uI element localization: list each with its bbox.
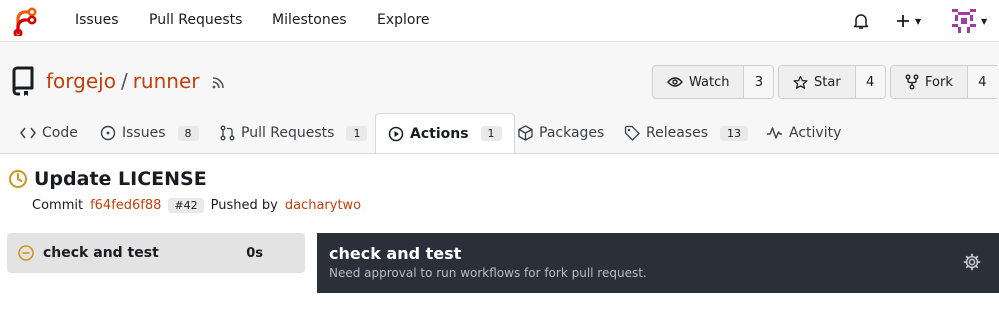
tag-icon bbox=[624, 125, 640, 141]
package-icon bbox=[518, 125, 533, 141]
bell-icon[interactable] bbox=[852, 8, 870, 34]
tab-code[interactable]: Code bbox=[20, 112, 78, 154]
star-label: Star bbox=[814, 74, 841, 90]
tab-actions[interactable]: Actions 1 bbox=[375, 113, 515, 153]
chevron-down-icon: ▼ bbox=[981, 16, 988, 26]
tab-label: Actions bbox=[410, 125, 469, 142]
star-button-group: Star 4 bbox=[778, 65, 886, 99]
plus-icon bbox=[897, 15, 909, 27]
fork-label: Fork bbox=[925, 74, 953, 90]
tab-label: Pull Requests bbox=[241, 125, 335, 141]
gear-icon[interactable] bbox=[963, 253, 981, 275]
create-new-menu[interactable]: ▼ bbox=[896, 8, 921, 34]
star-count[interactable]: 4 bbox=[854, 66, 885, 98]
run-meta: Commit f64fed6f88 #42 Pushed by dacharyt… bbox=[32, 198, 361, 213]
run-title-text: Update LICENSE bbox=[34, 168, 207, 190]
job-detail-panel: check and test Need approval to run work… bbox=[317, 233, 999, 293]
watch-count[interactable]: 3 bbox=[743, 66, 774, 98]
run-title: Update LICENSE bbox=[8, 168, 207, 190]
repo-title: forgejo / runner bbox=[46, 69, 199, 93]
issue-icon bbox=[100, 125, 116, 141]
pull-request-icon bbox=[220, 125, 235, 141]
tab-releases[interactable]: Releases 13 bbox=[624, 112, 748, 154]
tab-pull-requests[interactable]: Pull Requests 1 bbox=[220, 112, 368, 154]
tab-packages[interactable]: Packages bbox=[518, 112, 604, 154]
fork-button-group: Fork 4 bbox=[890, 65, 997, 99]
watch-button[interactable]: Watch bbox=[653, 66, 744, 98]
job-panel-title: check and test bbox=[329, 244, 462, 263]
tab-label: Code bbox=[42, 125, 78, 141]
job-duration: 0s bbox=[246, 245, 263, 261]
nav-pull-requests[interactable]: Pull Requests bbox=[149, 12, 242, 28]
nav-issues[interactable]: Issues bbox=[75, 12, 119, 28]
nav-milestones[interactable]: Milestones bbox=[272, 12, 347, 28]
tab-count-badge: 1 bbox=[480, 126, 502, 141]
job-list-item[interactable]: check and test 0s bbox=[7, 233, 305, 273]
chevron-down-icon: ▼ bbox=[915, 16, 922, 26]
repo-header: forgejo / runner Watch 3 Star 4 Fork 4 C… bbox=[0, 42, 999, 154]
tab-label: Activity bbox=[789, 125, 842, 141]
tab-label: Issues bbox=[122, 125, 166, 141]
commit-sha-link[interactable]: f64fed6f88 bbox=[90, 198, 161, 213]
pushed-by-label: Pushed by bbox=[210, 198, 278, 213]
tab-label: Packages bbox=[539, 125, 605, 141]
commit-label: Commit bbox=[32, 198, 84, 213]
repo-name-link[interactable]: runner bbox=[133, 69, 200, 93]
fork-icon bbox=[905, 74, 919, 90]
job-name: check and test bbox=[43, 245, 159, 261]
rss-icon[interactable] bbox=[210, 75, 226, 95]
clock-icon bbox=[9, 170, 27, 188]
pulse-icon bbox=[767, 127, 782, 139]
star-icon bbox=[793, 75, 808, 89]
forgejo-logo-icon[interactable] bbox=[10, 6, 38, 38]
fork-count[interactable]: 4 bbox=[966, 66, 997, 98]
user-avatar bbox=[952, 9, 976, 33]
play-icon bbox=[388, 126, 404, 141]
tab-activity[interactable]: Activity bbox=[766, 112, 841, 154]
repo-owner-link[interactable]: forgejo bbox=[46, 69, 116, 93]
pr-ref-badge[interactable]: #42 bbox=[168, 198, 204, 213]
tab-count-badge: 13 bbox=[720, 125, 748, 141]
author-link[interactable]: dacharytwo bbox=[285, 198, 361, 213]
fork-button[interactable]: Fork bbox=[891, 66, 967, 98]
user-avatar-menu[interactable]: ▼ bbox=[952, 8, 987, 34]
repo-path-separator: / bbox=[120, 69, 128, 93]
eye-icon bbox=[667, 77, 683, 87]
job-panel-message: Need approval to run workflows for fork … bbox=[329, 266, 647, 280]
tab-count-badge: 1 bbox=[346, 125, 368, 141]
tab-issues[interactable]: Issues 8 bbox=[100, 112, 199, 154]
tab-label: Releases bbox=[646, 125, 708, 141]
blocked-icon bbox=[18, 245, 34, 261]
top-navbar: Issues Pull Requests Milestones Explore … bbox=[0, 0, 999, 42]
watch-label: Watch bbox=[689, 74, 730, 90]
repo-tabs: Code Issues 8 Pull Requests 1 Actions 1 … bbox=[0, 112, 999, 154]
code-icon bbox=[20, 127, 36, 139]
nav-explore[interactable]: Explore bbox=[377, 12, 430, 28]
star-button[interactable]: Star bbox=[779, 66, 855, 98]
watch-button-group: Watch 3 bbox=[652, 65, 775, 99]
tab-count-badge: 8 bbox=[177, 125, 199, 141]
repo-icon bbox=[10, 66, 36, 100]
